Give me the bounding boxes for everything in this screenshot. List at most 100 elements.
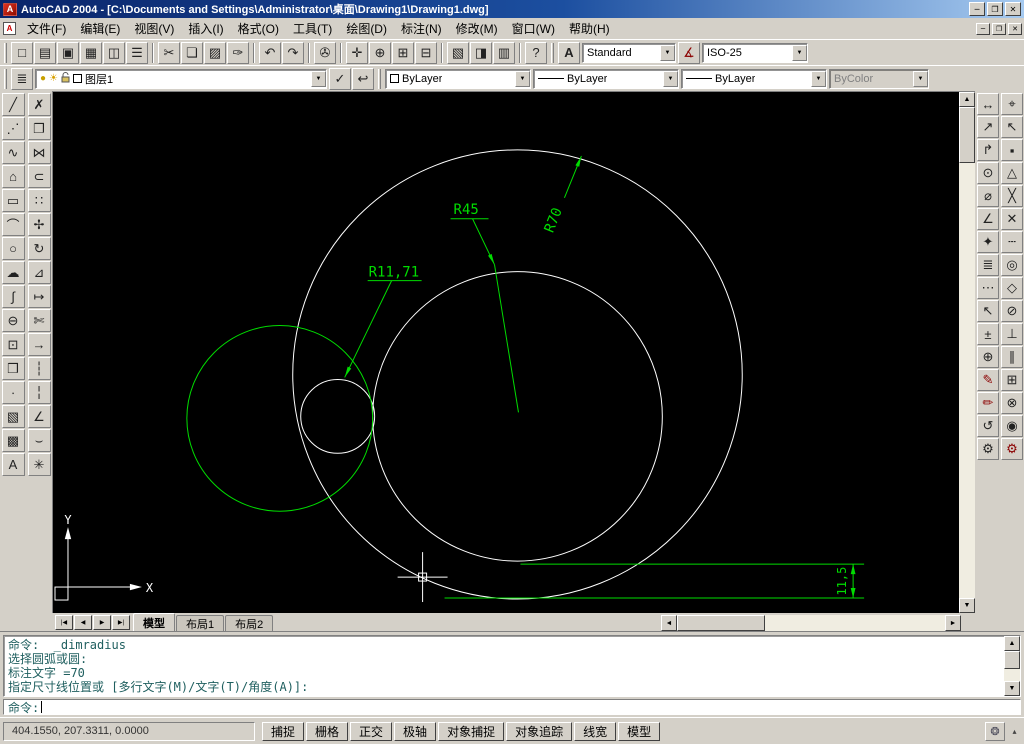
linear-dimension-icon[interactable]: ↔ bbox=[977, 93, 999, 115]
first-tab-button[interactable]: |◀ bbox=[55, 615, 73, 630]
zoom-previous-icon[interactable]: ⊟ bbox=[415, 41, 437, 64]
polyline-icon[interactable]: ∿ bbox=[1, 141, 25, 164]
color-combo[interactable]: ByLayer ▼ bbox=[385, 68, 531, 89]
chevron-down-icon[interactable]: ▼ bbox=[811, 70, 826, 87]
dim-style-icon[interactable]: ∡ bbox=[678, 41, 700, 64]
baseline-dimension-icon[interactable]: ≣ bbox=[977, 254, 999, 276]
menu-file[interactable]: 文件(F) bbox=[20, 18, 73, 39]
canvas-horizontal-scrollbar[interactable]: ◄ ► bbox=[661, 615, 961, 631]
snap-to-endpoint-icon[interactable]: ▪ bbox=[1001, 139, 1023, 161]
snap-to-apparent-intersection-icon[interactable]: ✕ bbox=[1001, 208, 1023, 230]
continue-dimension-icon[interactable]: ⋯ bbox=[977, 277, 999, 299]
chevron-down-icon[interactable]: ▼ bbox=[311, 70, 326, 87]
chevron-down-icon[interactable]: ▼ bbox=[792, 44, 807, 61]
open-file-icon[interactable]: ▤ bbox=[34, 41, 56, 64]
layer-previous-icon[interactable]: ↩ bbox=[352, 67, 374, 90]
save-icon[interactable]: ▣ bbox=[57, 41, 79, 64]
line-icon[interactable]: ╱ bbox=[1, 93, 25, 116]
tab-layout2[interactable]: 布局2 bbox=[225, 615, 274, 631]
dimension-text-edit-icon[interactable]: ✏ bbox=[977, 392, 999, 414]
paste-icon[interactable]: ▨ bbox=[204, 41, 226, 64]
snap-to-node-icon[interactable]: ⊗ bbox=[1001, 392, 1023, 414]
polar-toggle[interactable]: 极轴 bbox=[394, 721, 437, 741]
menu-help[interactable]: 帮助(H) bbox=[562, 18, 617, 39]
erase-icon[interactable]: ✗ bbox=[27, 93, 51, 116]
communication-center-icon[interactable]: ❂ bbox=[985, 721, 1005, 741]
multiline-text-icon[interactable]: A bbox=[1, 453, 25, 476]
properties-icon[interactable]: ▧ bbox=[447, 41, 469, 64]
linetype-combo[interactable]: ByLayer ▼ bbox=[533, 68, 679, 89]
mirror-icon[interactable]: ⋈ bbox=[27, 141, 51, 164]
tolerance-icon[interactable]: ± bbox=[977, 323, 999, 345]
snap-from-icon[interactable]: ↖ bbox=[1001, 116, 1023, 138]
layer-on-bulb-icon[interactable]: ● bbox=[40, 73, 46, 84]
move-icon[interactable]: ✢ bbox=[27, 213, 51, 236]
dimension-style-icon[interactable]: ⚙ bbox=[977, 438, 999, 460]
stretch-icon[interactable]: ↦ bbox=[27, 285, 51, 308]
status-menu-arrow[interactable]: ▴ bbox=[1008, 722, 1021, 741]
horizontal-scroll-thumb[interactable] bbox=[677, 615, 765, 631]
snap-toggle[interactable]: 捕捉 bbox=[262, 721, 305, 741]
drawing-file-icon[interactable]: A bbox=[3, 22, 16, 35]
rotate-icon[interactable]: ↻ bbox=[27, 237, 51, 260]
zoom-window-icon[interactable]: ⊞ bbox=[392, 41, 414, 64]
copy-object-icon[interactable]: ❐ bbox=[27, 117, 51, 140]
redo-icon[interactable]: ↷ bbox=[282, 41, 304, 64]
region-icon[interactable]: ▩ bbox=[1, 429, 25, 452]
prev-tab-button[interactable]: ◀ bbox=[74, 615, 92, 630]
tool-palettes-icon[interactable]: ▥ bbox=[493, 41, 515, 64]
insert-hyperlink-icon[interactable]: ✇ bbox=[314, 41, 336, 64]
quick-leader-icon[interactable]: ↖ bbox=[977, 300, 999, 322]
arc-icon[interactable]: ⌒ bbox=[1, 213, 25, 236]
array-icon[interactable]: ∷ bbox=[27, 189, 51, 212]
mdi-minimize-button[interactable]: ─ bbox=[976, 22, 990, 35]
undo-icon[interactable]: ↶ bbox=[259, 41, 281, 64]
menu-insert[interactable]: 插入(I) bbox=[181, 18, 230, 39]
osnap-toggle[interactable]: 对象捕捉 bbox=[438, 721, 505, 741]
menu-dimension[interactable]: 标注(N) bbox=[394, 18, 449, 39]
minimize-button[interactable]: ─ bbox=[969, 2, 985, 16]
last-tab-button[interactable]: ▶| bbox=[112, 615, 130, 630]
match-properties-icon[interactable]: ✑ bbox=[227, 41, 249, 64]
snap-to-extension-icon[interactable]: ┄ bbox=[1001, 231, 1023, 253]
chamfer-icon[interactable]: ∠ bbox=[27, 405, 51, 428]
chevron-down-icon[interactable]: ▼ bbox=[660, 44, 675, 61]
menu-window[interactable]: 窗口(W) bbox=[505, 18, 562, 39]
menu-format[interactable]: 格式(O) bbox=[231, 18, 286, 39]
copy-icon[interactable]: ❏ bbox=[181, 41, 203, 64]
new-file-icon[interactable]: □ bbox=[11, 41, 33, 64]
layer-unlock-icon[interactable] bbox=[61, 71, 70, 86]
dimension-update-icon[interactable]: ↺ bbox=[977, 415, 999, 437]
snap-to-tangent-icon[interactable]: ⊘ bbox=[1001, 300, 1023, 322]
insert-block-icon[interactable]: ⊡ bbox=[1, 333, 25, 356]
break-at-point-icon[interactable]: ┆ bbox=[27, 357, 51, 380]
toolbar-grip[interactable] bbox=[378, 68, 381, 89]
plot-icon[interactable]: ▦ bbox=[80, 41, 102, 64]
model-toggle[interactable]: 模型 bbox=[618, 721, 661, 741]
scroll-down-icon[interactable]: ▼ bbox=[1004, 681, 1020, 696]
revision-cloud-icon[interactable]: ☁ bbox=[1, 261, 25, 284]
make-object-layer-current-icon[interactable]: ✓ bbox=[329, 67, 351, 90]
layers-manager-icon[interactable]: ≣ bbox=[11, 67, 33, 90]
snap-to-perpendicular-icon[interactable]: ⊥ bbox=[1001, 323, 1023, 345]
radius-dimension-icon[interactable]: ⊙ bbox=[977, 162, 999, 184]
toolbar-grip[interactable] bbox=[4, 68, 7, 89]
pan-realtime-icon[interactable]: ✛ bbox=[346, 41, 368, 64]
polygon-icon[interactable]: ⌂ bbox=[1, 165, 25, 188]
fillet-icon[interactable]: ⌣ bbox=[27, 429, 51, 452]
close-button[interactable]: ✕ bbox=[1005, 2, 1021, 16]
chevron-down-icon[interactable]: ▼ bbox=[663, 70, 678, 87]
menu-tools[interactable]: 工具(T) bbox=[286, 18, 339, 39]
help-icon[interactable]: ? bbox=[525, 41, 547, 64]
lineweight-combo[interactable]: ByLayer ▼ bbox=[681, 68, 827, 89]
command-scroll-thumb[interactable] bbox=[1004, 651, 1020, 669]
dim-style-combo[interactable]: ISO-25 ▼ bbox=[702, 42, 808, 63]
construction-line-icon[interactable]: ⋰ bbox=[1, 117, 25, 140]
text-style-icon[interactable]: A bbox=[558, 41, 580, 64]
grid-toggle[interactable]: 栅格 bbox=[306, 721, 349, 741]
dimension-edit-icon[interactable]: ✎ bbox=[977, 369, 999, 391]
menu-view[interactable]: 视图(V) bbox=[127, 18, 181, 39]
scroll-up-icon[interactable]: ▲ bbox=[959, 92, 975, 107]
snap-to-quadrant-icon[interactable]: ◇ bbox=[1001, 277, 1023, 299]
snap-to-parallel-icon[interactable]: ∥ bbox=[1001, 346, 1023, 368]
